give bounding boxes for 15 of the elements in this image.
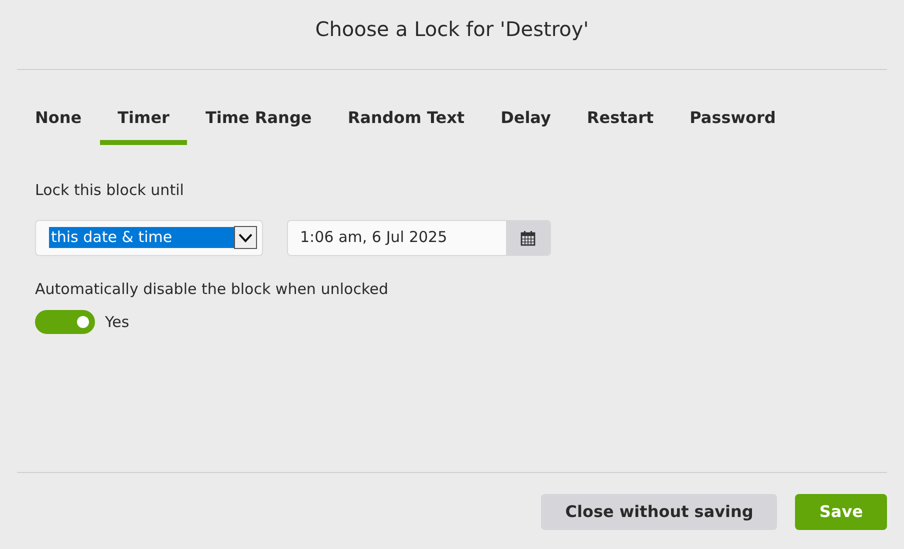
tab[interactable]: Timer [100, 98, 188, 145]
close-button[interactable]: Close without saving [541, 494, 778, 530]
tab[interactable]: Restart [568, 98, 672, 145]
tab[interactable]: None [17, 98, 100, 145]
field-label: Automatically disable the block when unlocked [35, 278, 390, 300]
toggle-label: Yes [105, 312, 130, 333]
toggle-switch[interactable] [35, 310, 95, 334]
tab[interactable]: Random Text [330, 98, 483, 145]
tab[interactable]: Password [672, 98, 794, 145]
tab[interactable]: Delay [482, 98, 569, 145]
field-label: Lock this block until [35, 180, 185, 201]
dropdown-field[interactable]: this date & time [35, 220, 263, 256]
chevron-down-icon [234, 226, 257, 249]
dialog-title: Choose a Lock for 'Destroy' [17, 0, 887, 70]
tab[interactable]: Time Range [187, 98, 330, 145]
